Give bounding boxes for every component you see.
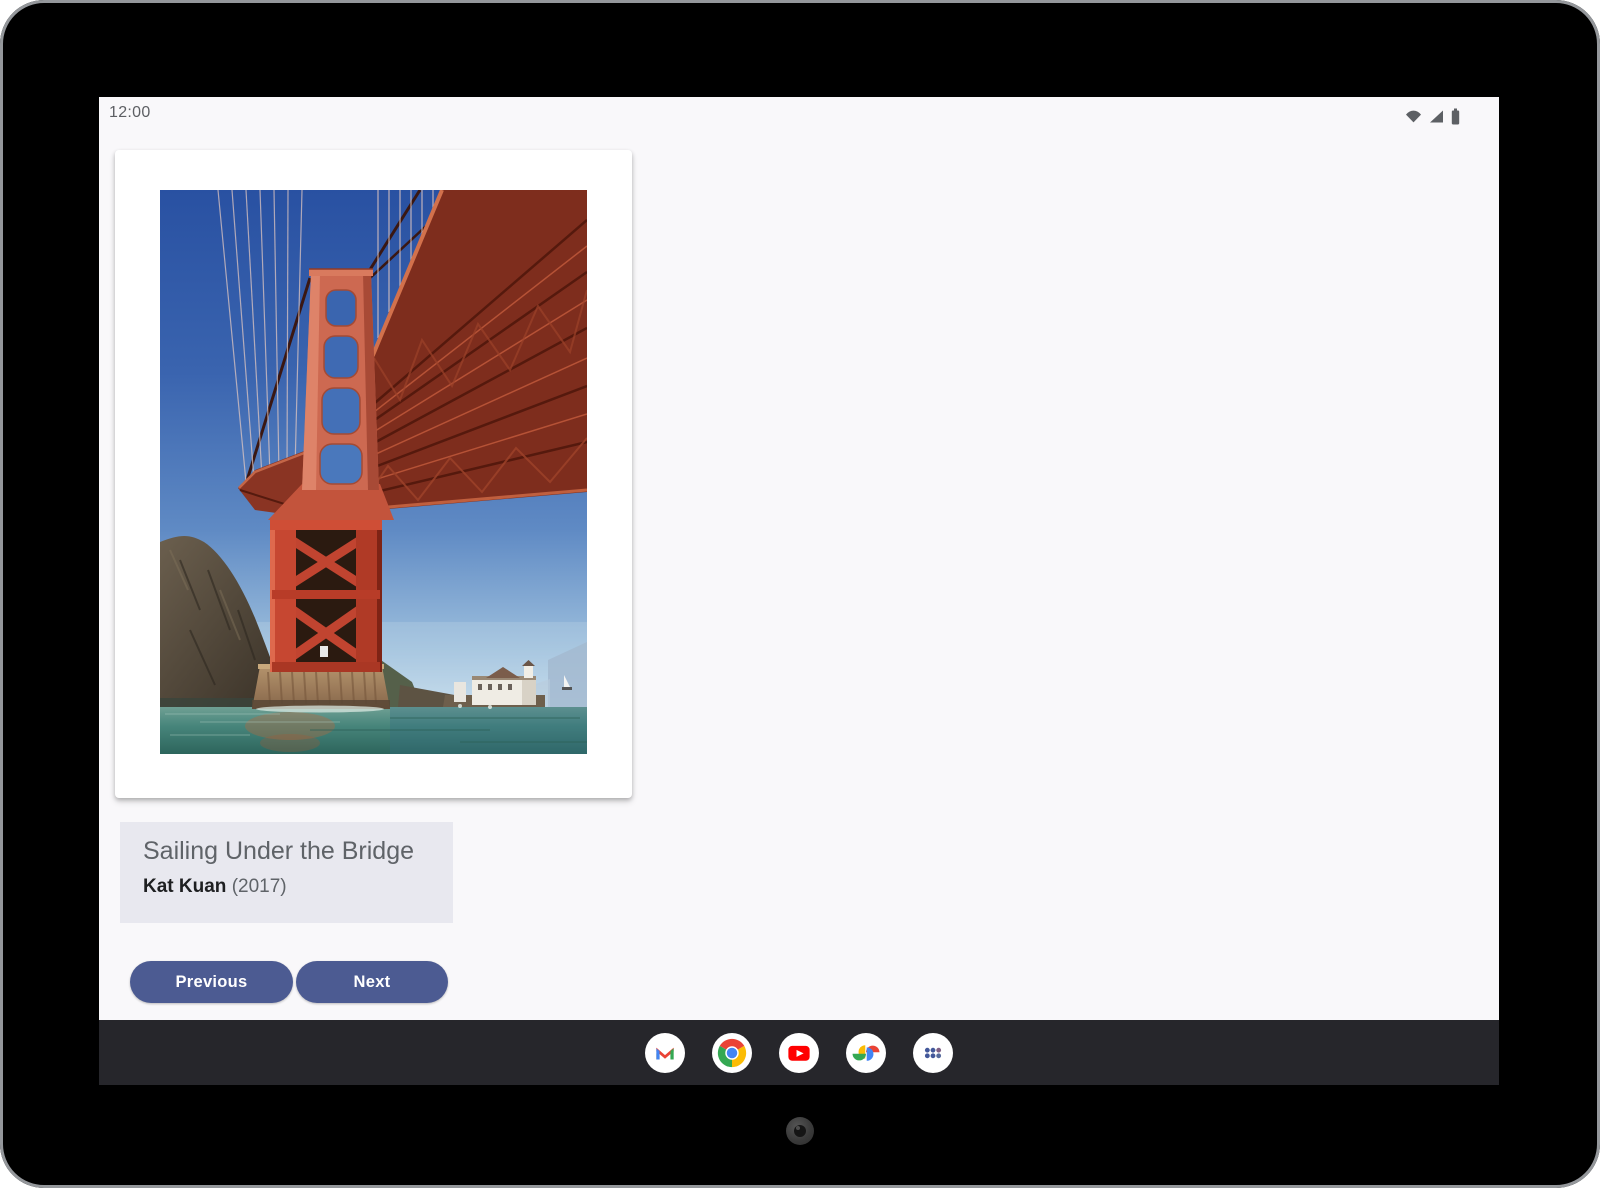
chrome-app-icon[interactable]	[712, 1033, 752, 1073]
status-bar-clock: 12:00	[109, 104, 151, 122]
next-button[interactable]: Next	[296, 961, 448, 1003]
caption-panel: Sailing Under the Bridge Kat Kuan (2017)	[120, 822, 453, 923]
artwork-artist: Kat Kuan	[143, 876, 226, 897]
taskbar	[99, 1020, 1499, 1085]
bridge-photo-illustration	[160, 190, 587, 754]
battery-icon	[1451, 108, 1460, 125]
cellular-signal-icon	[1429, 110, 1444, 123]
wifi-icon	[1405, 110, 1422, 123]
bridge-photo	[160, 190, 587, 754]
app-drawer-icon[interactable]	[913, 1033, 953, 1073]
camera-glint	[796, 1126, 800, 1130]
artwork-year: (2017)	[232, 876, 287, 897]
youtube-app-icon[interactable]	[779, 1033, 819, 1073]
status-bar-icons	[1405, 107, 1460, 125]
front-camera	[786, 1117, 814, 1145]
photos-app-icon[interactable]	[846, 1033, 886, 1073]
artwork-card	[115, 150, 632, 798]
artwork-title: Sailing Under the Bridge	[143, 834, 414, 868]
android-screen: 12:00	[99, 97, 1499, 1085]
screenshot-canvas: 12:00	[0, 0, 1600, 1188]
gmail-app-icon[interactable]	[645, 1033, 685, 1073]
previous-button[interactable]: Previous	[130, 961, 293, 1003]
artwork-byline: Kat Kuan (2017)	[143, 874, 287, 900]
